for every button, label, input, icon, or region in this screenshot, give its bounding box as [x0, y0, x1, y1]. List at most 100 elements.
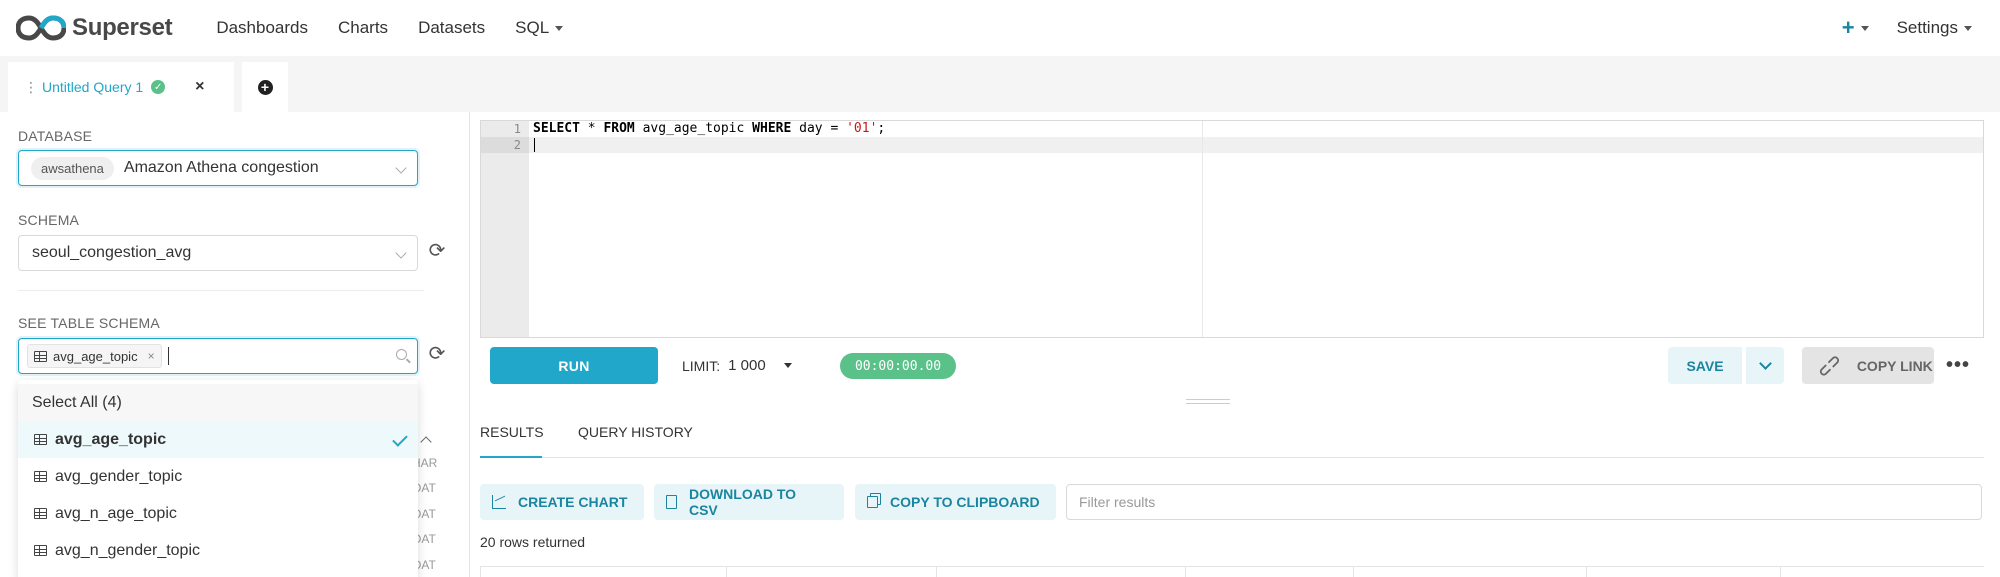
active-line-gutter	[481, 137, 529, 153]
filter-results-input[interactable]: Filter results	[1066, 484, 1982, 520]
nav-sql-menu[interactable]: SQL	[515, 18, 564, 38]
nav-datasets[interactable]: Datasets	[418, 18, 485, 38]
table-option[interactable]: avg_n_gender_topic	[18, 532, 418, 569]
schema-value: seoul_congestion_avg	[32, 244, 192, 261]
sql-code: SELECT * FROM avg_age_topic WHERE day = …	[533, 121, 885, 137]
refresh-tables-icon[interactable]: ⟳	[426, 343, 448, 365]
table-icon	[34, 508, 47, 519]
create-chart-label: CREATE CHART	[518, 494, 628, 510]
limit-value: 1 000	[728, 357, 766, 374]
search-icon	[396, 349, 407, 360]
schema-select[interactable]: seoul_congestion_avg	[18, 235, 418, 271]
active-tab-indicator	[480, 456, 542, 458]
table-icon	[34, 350, 47, 362]
select-all-option[interactable]: Select All (4)	[18, 384, 418, 421]
download-csv-button[interactable]: DOWNLOAD TO CSV	[654, 484, 844, 520]
table-option-label: avg_gender_topic	[55, 467, 183, 485]
settings-label: Settings	[1896, 18, 1958, 37]
copy-link-button[interactable]: ⊂⊃ COPY LINK	[1802, 347, 1934, 384]
editor-cursor	[534, 138, 535, 152]
tab-menu-icon[interactable]: ⋮	[24, 80, 38, 94]
table-option[interactable]: avg_age_topic	[18, 421, 418, 458]
database-select[interactable]: awsathena Amazon Athena congestion	[18, 150, 418, 186]
database-backend-badge: awsathena	[31, 156, 114, 180]
table-icon	[34, 471, 47, 482]
top-navbar: Superset Dashboards Charts Datasets SQL …	[0, 0, 2000, 56]
nav-charts[interactable]: Charts	[338, 18, 388, 38]
download-csv-label: DOWNLOAD TO CSV	[688, 486, 797, 518]
editor-gutter: 1 2	[481, 121, 529, 337]
table-option[interactable]: avg_n_age_topic	[18, 495, 418, 532]
filter-placeholder: Filter results	[1079, 494, 1156, 510]
add-tab-button[interactable]: +	[242, 62, 288, 112]
superset-logo[interactable]: Superset	[16, 14, 173, 42]
table-option-label: avg_n_age_topic	[55, 504, 177, 522]
column-separator	[726, 566, 727, 577]
chevron-down-icon	[1964, 25, 1972, 31]
chart-icon	[492, 495, 506, 509]
nav-dashboards[interactable]: Dashboards	[216, 18, 308, 38]
selected-table-tag: avg_age_topic ×	[27, 344, 162, 368]
column-separator	[1185, 566, 1186, 577]
database-name: Amazon Athena congestion	[123, 159, 319, 176]
divider	[18, 290, 424, 291]
sql-string: '01'	[846, 121, 878, 136]
sql-text: ;	[877, 121, 886, 136]
sql-editor[interactable]: 1 2 SELECT * FROM avg_age_topic WHERE da…	[480, 120, 1984, 338]
chevron-down-icon	[1860, 25, 1869, 31]
resize-handle[interactable]	[1186, 399, 1230, 404]
query-timer: 00:00:00.00	[840, 353, 956, 379]
sql-text: *	[579, 121, 604, 136]
brand-name: Superset	[72, 14, 173, 41]
text-cursor	[167, 347, 169, 365]
table-option-label: avg_age_topic	[55, 430, 167, 448]
sql-text: day =	[791, 121, 847, 136]
copy-link-label: COPY LINK	[1856, 357, 1933, 374]
table-option-label: avg_n_gender_topic	[55, 541, 201, 559]
line-number: 1	[513, 122, 521, 136]
superset-logo-icon	[16, 15, 66, 41]
query-tab-title: Untitled Query 1	[42, 79, 144, 95]
run-button[interactable]: RUN	[490, 347, 658, 384]
close-tab-icon[interactable]: ×	[195, 78, 204, 96]
column-separator	[936, 566, 937, 577]
table-icon	[34, 434, 47, 445]
schema-label: SCHEMA	[18, 212, 80, 228]
line-number: 2	[513, 138, 521, 152]
sql-keyword: SELECT	[533, 121, 580, 136]
table-select[interactable]: avg_age_topic ×	[18, 338, 418, 374]
create-chart-button[interactable]: CREATE CHART	[480, 484, 644, 520]
query-tab[interactable]: ⋮ Untitled Query 1 ✓ ×	[8, 62, 234, 112]
copy-clipboard-button[interactable]: COPY TO CLIPBOARD	[855, 484, 1056, 520]
nav-right: + Settings	[1842, 0, 2000, 56]
query-tab-strip: ⋮ Untitled Query 1 ✓ × +	[0, 56, 2000, 112]
selected-table-name: avg_age_topic	[53, 348, 138, 364]
column-separator	[1586, 566, 1587, 577]
copy-clipboard-label: COPY TO CLIPBOARD	[890, 494, 1040, 510]
rows-returned-text: 20 rows returned	[480, 534, 586, 550]
plus-icon: +	[1841, 15, 1855, 40]
table-dropdown: Select All (4) avg_age_topic avg_gender_…	[18, 380, 418, 577]
active-line	[529, 137, 1983, 153]
chevron-down-icon	[395, 247, 407, 259]
new-item-menu[interactable]: +	[1842, 17, 1869, 39]
sql-keyword: FROM	[603, 121, 635, 136]
print-margin	[1202, 121, 1203, 337]
settings-menu[interactable]: Settings	[1897, 18, 1972, 38]
sql-keyword: WHERE	[752, 121, 792, 136]
save-button[interactable]: SAVE	[1668, 347, 1742, 384]
limit-dropdown[interactable]: LIMIT: 1 000	[682, 357, 792, 374]
refresh-schema-icon[interactable]: ⟳	[426, 240, 448, 262]
limit-label: LIMIT:	[682, 357, 721, 374]
check-icon	[392, 431, 408, 447]
remove-tag-icon[interactable]: ×	[148, 349, 155, 363]
save-options-dropdown[interactable]	[1744, 347, 1784, 384]
more-options-icon[interactable]: •••	[1946, 355, 1970, 375]
link-icon: ⊂⊃	[1814, 350, 1846, 382]
table-option[interactable]: avg_gender_topic	[18, 458, 418, 495]
tab-query-history[interactable]: QUERY HISTORY	[578, 424, 693, 440]
tab-results[interactable]: RESULTS	[480, 424, 544, 440]
chevron-down-icon	[783, 363, 792, 368]
file-icon	[666, 495, 677, 509]
chevron-up-icon[interactable]	[420, 436, 432, 448]
